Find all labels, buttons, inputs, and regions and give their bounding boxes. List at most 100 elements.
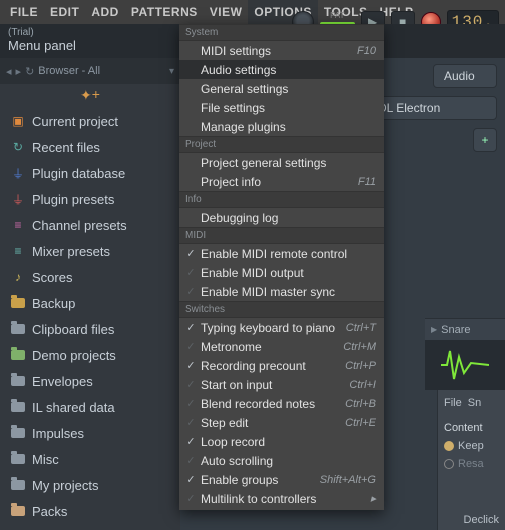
menu-item-audio-settings[interactable]: Audio settings bbox=[179, 60, 384, 79]
menu-item-label: General settings bbox=[199, 82, 376, 96]
browser-node-plugin-presets[interactable]: ⏚Plugin presets bbox=[0, 186, 180, 212]
menu-item-general-settings[interactable]: General settings bbox=[179, 79, 384, 98]
browser-node-recent-files[interactable]: ↻Recent files bbox=[0, 134, 180, 160]
shortcut-label: Ctrl+T bbox=[346, 322, 376, 334]
menu-item-label: Typing keyboard to piano bbox=[199, 321, 346, 335]
menu-item-enable-groups[interactable]: ✓Enable groupsShift+Alt+G bbox=[179, 470, 384, 489]
browser-node-label: Misc bbox=[32, 452, 59, 467]
browser-title: Browser - All bbox=[38, 65, 165, 77]
menu-view[interactable]: VIEW bbox=[204, 0, 249, 24]
browser-node-label: Packs bbox=[32, 504, 67, 519]
browser-node-il-shared-data[interactable]: IL shared data bbox=[0, 394, 180, 420]
menu-item-midi-settings[interactable]: MIDI settingsF10 bbox=[179, 41, 384, 60]
options-menu: SystemMIDI settingsF10Audio settingsGene… bbox=[179, 24, 384, 510]
browser-node-label: Impulses bbox=[32, 426, 84, 441]
menu-item-blend-recorded-notes[interactable]: ✓Blend recorded notesCtrl+B bbox=[179, 394, 384, 413]
browser-node-mixer-presets[interactable]: ≡Mixer presets bbox=[0, 238, 180, 264]
browser-node-label: Recent files bbox=[32, 140, 100, 155]
menu-item-multilink-to-controllers[interactable]: ✓Multilink to controllers▸ bbox=[179, 489, 384, 508]
browser-node-impulses[interactable]: Impulses bbox=[0, 420, 180, 446]
back-icon[interactable]: ◂ bbox=[6, 65, 12, 78]
menu-section-project: Project bbox=[179, 136, 384, 153]
menu-edit[interactable]: EDIT bbox=[44, 0, 85, 24]
browser-node-label: My projects bbox=[32, 478, 98, 493]
shortcut-label: F10 bbox=[357, 45, 376, 57]
disclose-icon: ▶ bbox=[431, 325, 437, 334]
menu-file[interactable]: FILE bbox=[4, 0, 44, 24]
clip-panel: ▶ Snare bbox=[425, 318, 505, 390]
shortcut-label: Ctrl+I bbox=[349, 379, 376, 391]
browser-node-scores[interactable]: ♪Scores bbox=[0, 264, 180, 290]
menu-item-enable-midi-remote-control[interactable]: ✓Enable MIDI remote control bbox=[179, 244, 384, 263]
browser-node-label: Channel presets bbox=[32, 218, 127, 233]
menu-item-enable-midi-master-sync[interactable]: ✓Enable MIDI master sync bbox=[179, 282, 384, 301]
check-icon: ✓ bbox=[183, 473, 199, 486]
check-icon: ✓ bbox=[183, 416, 199, 429]
declick-label: Declick bbox=[464, 514, 499, 526]
browser-node-label: Clipboard files bbox=[32, 322, 114, 337]
browser-node-misc[interactable]: Misc bbox=[0, 446, 180, 472]
check-icon: ✓ bbox=[183, 492, 199, 505]
browser-node-current-project[interactable]: ▣Current project bbox=[0, 108, 180, 134]
menu-item-manage-plugins[interactable]: Manage plugins bbox=[179, 117, 384, 136]
preset-pill[interactable]: DL Electron bbox=[367, 96, 497, 120]
waveform-display[interactable] bbox=[425, 340, 505, 390]
resample-radio[interactable]: Resa bbox=[444, 458, 499, 470]
keep-radio[interactable]: Keep bbox=[444, 440, 499, 452]
menu-patterns[interactable]: PATTERNS bbox=[125, 0, 204, 24]
menu-item-debugging-log[interactable]: Debugging log bbox=[179, 208, 384, 227]
browser-node-my-projects[interactable]: My projects bbox=[0, 472, 180, 498]
check-icon: ✓ bbox=[183, 359, 199, 372]
menu-item-file-settings[interactable]: File settings bbox=[179, 98, 384, 117]
menu-item-project-info[interactable]: Project infoF11 bbox=[179, 172, 384, 191]
menu-item-metronome[interactable]: ✓MetronomeCtrl+M bbox=[179, 337, 384, 356]
browser-node-label: Envelopes bbox=[32, 374, 93, 389]
menu-item-label: Enable MIDI output bbox=[199, 266, 376, 280]
menu-item-label: Audio settings bbox=[199, 63, 376, 77]
radio-dot-icon bbox=[444, 459, 454, 469]
browser-node-packs[interactable]: Packs bbox=[0, 498, 180, 524]
reload-icon[interactable]: ↻ bbox=[25, 65, 34, 78]
menu-item-recording-precount[interactable]: ✓Recording precountCtrl+P bbox=[179, 356, 384, 375]
tab-sn[interactable]: Sn bbox=[468, 397, 481, 409]
add-button[interactable]: + bbox=[473, 128, 497, 152]
menu-item-label: Enable MIDI remote control bbox=[199, 247, 376, 261]
check-icon: ✓ bbox=[183, 285, 199, 298]
chevron-down-icon[interactable]: ▾ bbox=[169, 66, 174, 77]
fwd-icon[interactable]: ▸ bbox=[16, 65, 22, 78]
check-icon: ✓ bbox=[183, 454, 199, 467]
browser-tree: ▣Current project↻Recent files⏚Plugin dat… bbox=[0, 106, 180, 524]
audio-pill[interactable]: Audio bbox=[433, 64, 497, 88]
menu-item-loop-record[interactable]: ✓Loop record bbox=[179, 432, 384, 451]
menu-item-label: MIDI settings bbox=[199, 44, 357, 58]
menu-item-label: Debugging log bbox=[199, 211, 376, 225]
menu-item-start-on-input[interactable]: ✓Start on inputCtrl+I bbox=[179, 375, 384, 394]
plus-icon: + bbox=[92, 86, 100, 102]
menu-item-label: Start on input bbox=[199, 378, 349, 392]
menu-item-typing-keyboard-to-piano[interactable]: ✓Typing keyboard to pianoCtrl+T bbox=[179, 318, 384, 337]
check-icon: ✓ bbox=[183, 247, 199, 260]
menu-item-label: Blend recorded notes bbox=[199, 397, 345, 411]
browser-node-channel-presets[interactable]: ≡Channel presets bbox=[0, 212, 180, 238]
browser-node-demo-projects[interactable]: Demo projects bbox=[0, 342, 180, 368]
browser-node-backup[interactable]: Backup bbox=[0, 290, 180, 316]
menu-item-project-general-settings[interactable]: Project general settings bbox=[179, 153, 384, 172]
tab-file[interactable]: File bbox=[444, 397, 462, 409]
menu-item-auto-scrolling[interactable]: ✓Auto scrolling bbox=[179, 451, 384, 470]
menu-item-label: File settings bbox=[199, 101, 376, 115]
browser-node-label: Demo projects bbox=[32, 348, 116, 363]
browser-node-label: Scores bbox=[32, 270, 72, 285]
clip-header[interactable]: ▶ Snare bbox=[425, 318, 505, 340]
props-tabs[interactable]: File Sn bbox=[444, 394, 499, 412]
menu-item-step-edit[interactable]: ✓Step editCtrl+E bbox=[179, 413, 384, 432]
browser-node-label: Plugin database bbox=[32, 166, 125, 181]
menu-add[interactable]: ADD bbox=[85, 0, 125, 24]
browser-node-envelopes[interactable]: Envelopes bbox=[0, 368, 180, 394]
browser-node-clipboard-files[interactable]: Clipboard files bbox=[0, 316, 180, 342]
menu-item-enable-midi-output[interactable]: ✓Enable MIDI output bbox=[179, 263, 384, 282]
browser-node-plugin-database[interactable]: ⏚Plugin database bbox=[0, 160, 180, 186]
menu-item-label: Enable MIDI master sync bbox=[199, 285, 376, 299]
browser-header[interactable]: ◂ ▸ ↻ Browser - All ▾ bbox=[0, 58, 180, 84]
browser-collapse-row[interactable]: ✦ + bbox=[0, 84, 180, 106]
menu-item-label: Project info bbox=[199, 175, 358, 189]
